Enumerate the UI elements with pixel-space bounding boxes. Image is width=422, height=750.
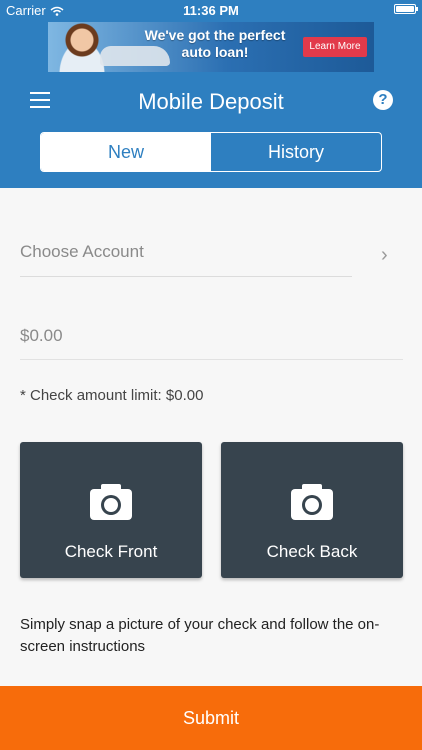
app-header: Carrier 11:36 PM We've got the perfect a… xyxy=(0,0,422,188)
check-front-button[interactable]: Check Front xyxy=(20,442,202,578)
deposit-tabs: New History xyxy=(40,132,382,172)
submit-button[interactable]: Submit xyxy=(0,686,422,750)
page-title: Mobile Deposit xyxy=(138,89,284,114)
battery-icon xyxy=(394,4,418,14)
ad-headline: We've got the perfect auto loan! xyxy=(144,27,286,60)
check-back-label: Check Back xyxy=(266,542,358,561)
camera-icon xyxy=(291,484,333,520)
choose-account-field[interactable]: Choose Account xyxy=(20,242,352,277)
check-back-button[interactable]: Check Back xyxy=(221,442,403,578)
instructions-text: Simply snap a picture of your check and … xyxy=(20,616,380,655)
ad-learn-more-button[interactable]: Learn More xyxy=(303,37,367,57)
tab-new[interactable]: New xyxy=(41,133,211,171)
help-icon[interactable]: ? xyxy=(373,90,393,110)
ad-banner[interactable]: We've got the perfect auto loan! Learn M… xyxy=(48,22,374,72)
amount-field[interactable]: $0.00 xyxy=(20,326,403,360)
tab-history[interactable]: History xyxy=(211,133,381,171)
chevron-right-icon[interactable]: › xyxy=(381,244,388,267)
status-bar: Carrier 11:36 PM xyxy=(0,0,422,20)
status-time: 11:36 PM xyxy=(183,3,239,18)
check-front-label: Check Front xyxy=(64,542,158,561)
camera-icon xyxy=(90,484,132,520)
check-limit-text: * Check amount limit: $0.00 xyxy=(20,387,204,404)
